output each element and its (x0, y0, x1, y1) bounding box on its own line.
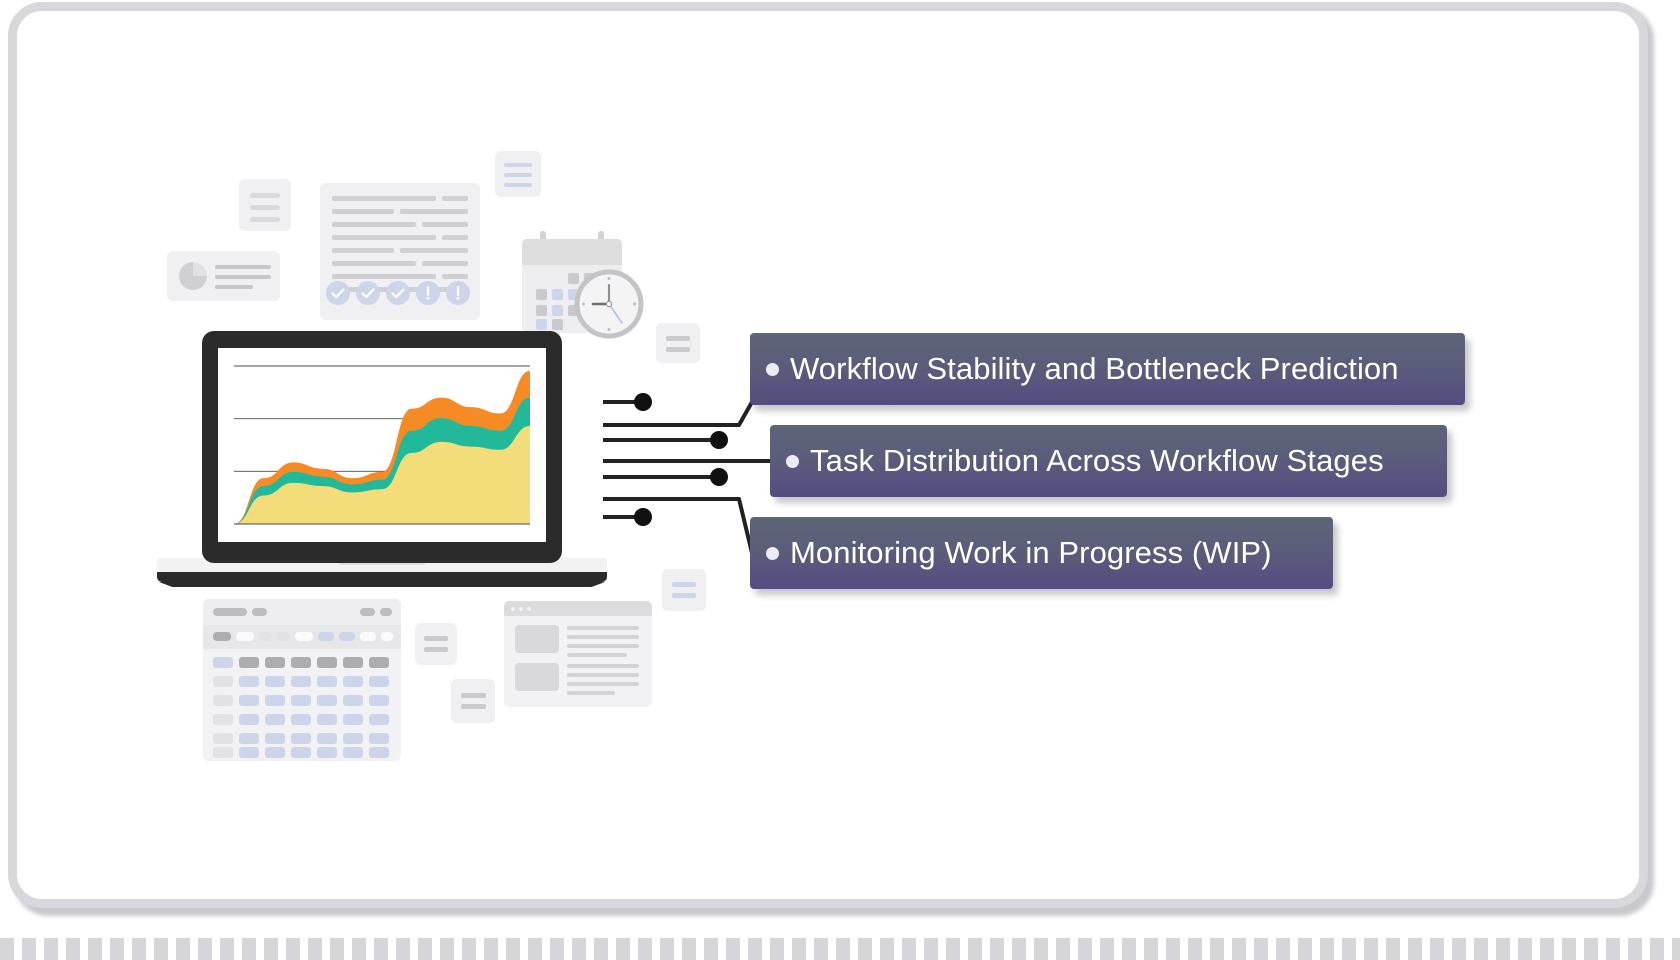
callout-box-workflow-stability[interactable]: Workflow Stability and Bottleneck Predic… (750, 333, 1465, 405)
callout-box-monitoring-wip[interactable]: Monitoring Work in Progress (WIP) (750, 517, 1333, 589)
connector-dot (634, 393, 652, 411)
slide-frame: Workflow Stability and Bottleneck Predic… (8, 2, 1648, 908)
bottom-edge-strip (0, 938, 1680, 960)
callout-label: Workflow Stability and Bottleneck Predic… (790, 351, 1399, 386)
callout-label: Monitoring Work in Progress (WIP) (790, 535, 1272, 570)
callout-box-task-distribution[interactable]: Task Distribution Across Workflow Stages (770, 425, 1447, 497)
bullet-dot-icon (786, 454, 799, 468)
connector-dot (634, 508, 652, 526)
callout-label: Task Distribution Across Workflow Stages (810, 443, 1384, 478)
bullet-dot-icon (766, 546, 779, 560)
infographic-screen: Workflow Stability and Bottleneck Predic… (0, 0, 1680, 960)
bullet-dot-icon (766, 362, 779, 376)
connector-dot (710, 468, 728, 486)
connector-dot (710, 431, 728, 449)
slide-canvas: Workflow Stability and Bottleneck Predic… (17, 11, 1639, 899)
